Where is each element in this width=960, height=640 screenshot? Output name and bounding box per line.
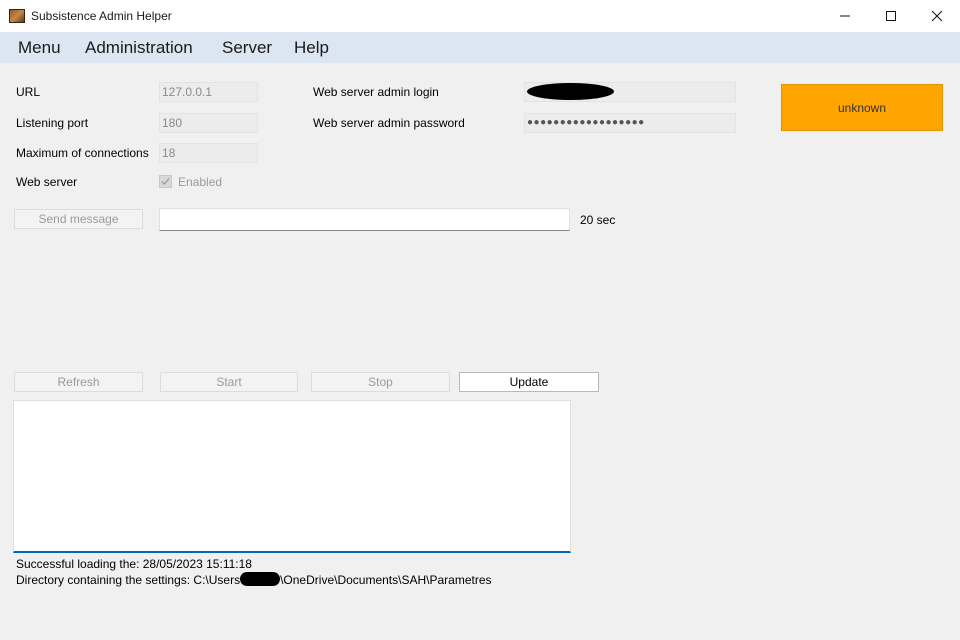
menu-item-server[interactable]: Server [222, 38, 272, 58]
maxconn-field[interactable]: 18 [159, 143, 258, 163]
window-title: Subsistence Admin Helper [31, 9, 172, 23]
start-button[interactable]: Start [160, 372, 298, 392]
webserver-label: Web server [16, 175, 78, 189]
redaction-mark [240, 572, 281, 586]
admin-password-field[interactable]: ●●●●●●●●●●●●●●●●●● [524, 113, 736, 133]
admin-login-label: Web server admin login [313, 85, 439, 99]
port-label: Listening port [16, 116, 89, 130]
settings-directory-prefix: Directory containing the settings: C:\Us… [16, 573, 241, 587]
send-message-button[interactable]: Send message [14, 209, 143, 229]
stop-button[interactable]: Stop [311, 372, 450, 392]
close-icon [931, 10, 943, 22]
redaction-mark [527, 83, 614, 100]
url-field[interactable]: 127.0.0.1 [159, 82, 258, 102]
menu-item-menu[interactable]: Menu [18, 38, 61, 58]
refresh-button[interactable]: Refresh [14, 372, 143, 392]
maxconn-label: Maximum of connections [16, 146, 149, 160]
update-button[interactable]: Update [459, 372, 599, 392]
log-textarea[interactable] [13, 400, 571, 553]
admin-password-label: Web server admin password [313, 116, 465, 130]
check-icon [161, 178, 170, 185]
maximize-icon [886, 11, 896, 21]
title-bar: Subsistence Admin Helper [0, 0, 960, 32]
webserver-enabled-label: Enabled [178, 175, 223, 189]
loading-status: Successful loading the: 28/05/2023 15:11… [16, 557, 252, 571]
maximize-button[interactable] [868, 0, 914, 32]
server-status-badge: unknown [781, 84, 943, 131]
settings-directory: Directory containing the settings: C:\Us… [16, 572, 492, 587]
webserver-enabled-checkbox[interactable] [159, 175, 172, 188]
menu-item-help[interactable]: Help [294, 38, 329, 58]
menu-item-administration[interactable]: Administration [85, 38, 193, 58]
minimize-icon [840, 15, 850, 17]
app-icon [9, 9, 25, 23]
message-duration: 20 sec [580, 213, 616, 227]
close-button[interactable] [914, 0, 960, 32]
settings-directory-suffix: \OneDrive\Documents\SAH\Parametres [280, 573, 492, 587]
port-field[interactable]: 180 [159, 113, 258, 133]
minimize-button[interactable] [822, 0, 868, 32]
menu-bar: Menu Administration Server Help [0, 32, 960, 63]
url-label: URL [16, 85, 41, 99]
message-input[interactable] [159, 208, 570, 231]
